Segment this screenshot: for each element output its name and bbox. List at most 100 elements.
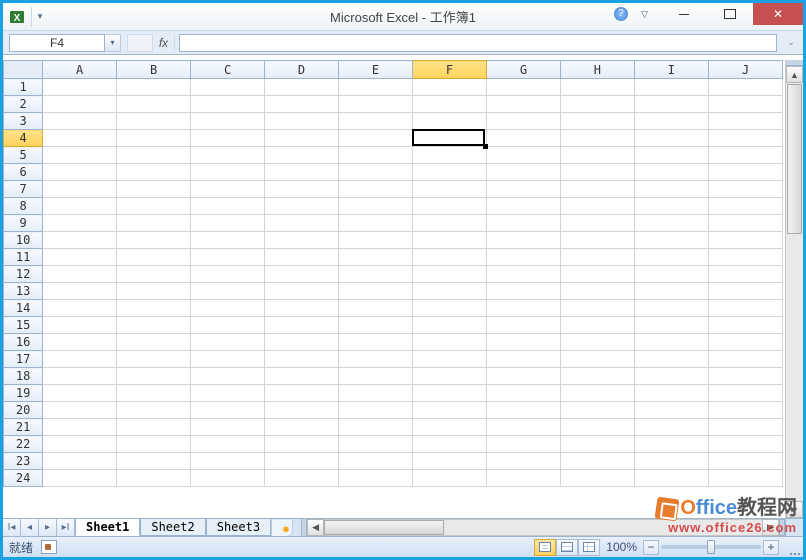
cell-E16[interactable] (339, 334, 413, 351)
cell-C24[interactable] (191, 470, 265, 487)
cell-B10[interactable] (117, 232, 191, 249)
cell-I5[interactable] (634, 147, 708, 164)
cell-C4[interactable] (191, 130, 265, 147)
cell-C3[interactable] (191, 113, 265, 130)
cell-G20[interactable] (486, 402, 560, 419)
cell-J24[interactable] (708, 470, 782, 487)
cell-B8[interactable] (117, 198, 191, 215)
cell-D23[interactable] (265, 453, 339, 470)
cell-B24[interactable] (117, 470, 191, 487)
row-header-24[interactable]: 24 (4, 470, 43, 487)
cell-E15[interactable] (339, 317, 413, 334)
cell-E12[interactable] (339, 266, 413, 283)
cell-F18[interactable] (413, 368, 487, 385)
row-header-20[interactable]: 20 (4, 402, 43, 419)
cell-A9[interactable] (43, 215, 117, 232)
ribbon-minimize-icon[interactable]: ▽ (641, 9, 648, 20)
cell-H4[interactable] (560, 130, 634, 147)
cell-F10[interactable] (413, 232, 487, 249)
select-all-corner[interactable] (4, 61, 43, 79)
cell-J5[interactable] (708, 147, 782, 164)
cell-D12[interactable] (265, 266, 339, 283)
cell-F14[interactable] (413, 300, 487, 317)
cell-J7[interactable] (708, 181, 782, 198)
cell-I11[interactable] (634, 249, 708, 266)
cell-H10[interactable] (560, 232, 634, 249)
cell-F15[interactable] (413, 317, 487, 334)
maximize-button[interactable] (707, 3, 753, 25)
cell-F3[interactable] (413, 113, 487, 130)
name-box[interactable]: F4 (9, 34, 105, 52)
cell-A20[interactable] (43, 402, 117, 419)
cell-G1[interactable] (486, 79, 560, 96)
cell-C12[interactable] (191, 266, 265, 283)
column-header-H[interactable]: H (560, 61, 634, 79)
cell-B7[interactable] (117, 181, 191, 198)
row-header-12[interactable]: 12 (4, 266, 43, 283)
cell-C19[interactable] (191, 385, 265, 402)
tab-last-button[interactable]: ▸І (57, 519, 75, 536)
cell-I16[interactable] (634, 334, 708, 351)
cell-D2[interactable] (265, 96, 339, 113)
row-header-21[interactable]: 21 (4, 419, 43, 436)
row-header-22[interactable]: 22 (4, 436, 43, 453)
cell-G22[interactable] (486, 436, 560, 453)
cell-D4[interactable] (265, 130, 339, 147)
cell-E20[interactable] (339, 402, 413, 419)
cell-H11[interactable] (560, 249, 634, 266)
cell-C22[interactable] (191, 436, 265, 453)
cell-J23[interactable] (708, 453, 782, 470)
cell-E11[interactable] (339, 249, 413, 266)
cell-D1[interactable] (265, 79, 339, 96)
cell-E21[interactable] (339, 419, 413, 436)
cell-G11[interactable] (486, 249, 560, 266)
row-header-15[interactable]: 15 (4, 317, 43, 334)
cell-B12[interactable] (117, 266, 191, 283)
cell-D22[interactable] (265, 436, 339, 453)
column-header-B[interactable]: B (117, 61, 191, 79)
cell-G19[interactable] (486, 385, 560, 402)
cell-A8[interactable] (43, 198, 117, 215)
cell-B11[interactable] (117, 249, 191, 266)
cell-E8[interactable] (339, 198, 413, 215)
cell-J14[interactable] (708, 300, 782, 317)
view-page-layout-button[interactable] (556, 539, 578, 556)
cell-E5[interactable] (339, 147, 413, 164)
cell-F17[interactable] (413, 351, 487, 368)
cell-B3[interactable] (117, 113, 191, 130)
cell-A6[interactable] (43, 164, 117, 181)
cell-I4[interactable] (634, 130, 708, 147)
cell-E18[interactable] (339, 368, 413, 385)
formula-input[interactable] (179, 34, 777, 52)
cell-H1[interactable] (560, 79, 634, 96)
cell-A15[interactable] (43, 317, 117, 334)
scroll-down-button[interactable]: ▼ (786, 501, 803, 518)
cell-F16[interactable] (413, 334, 487, 351)
column-header-J[interactable]: J (708, 61, 782, 79)
cell-G24[interactable] (486, 470, 560, 487)
cell-H16[interactable] (560, 334, 634, 351)
cell-H2[interactable] (560, 96, 634, 113)
cell-D10[interactable] (265, 232, 339, 249)
cell-G7[interactable] (486, 181, 560, 198)
cell-I17[interactable] (634, 351, 708, 368)
cell-J9[interactable] (708, 215, 782, 232)
row-header-6[interactable]: 6 (4, 164, 43, 181)
cell-G15[interactable] (486, 317, 560, 334)
cell-G6[interactable] (486, 164, 560, 181)
cell-G18[interactable] (486, 368, 560, 385)
cell-E22[interactable] (339, 436, 413, 453)
cell-B20[interactable] (117, 402, 191, 419)
cell-B18[interactable] (117, 368, 191, 385)
row-header-23[interactable]: 23 (4, 453, 43, 470)
cell-B22[interactable] (117, 436, 191, 453)
cell-E3[interactable] (339, 113, 413, 130)
cell-I1[interactable] (634, 79, 708, 96)
cell-B6[interactable] (117, 164, 191, 181)
cell-C2[interactable] (191, 96, 265, 113)
cell-C23[interactable] (191, 453, 265, 470)
cell-C16[interactable] (191, 334, 265, 351)
cell-D8[interactable] (265, 198, 339, 215)
cell-G13[interactable] (486, 283, 560, 300)
cell-E2[interactable] (339, 96, 413, 113)
